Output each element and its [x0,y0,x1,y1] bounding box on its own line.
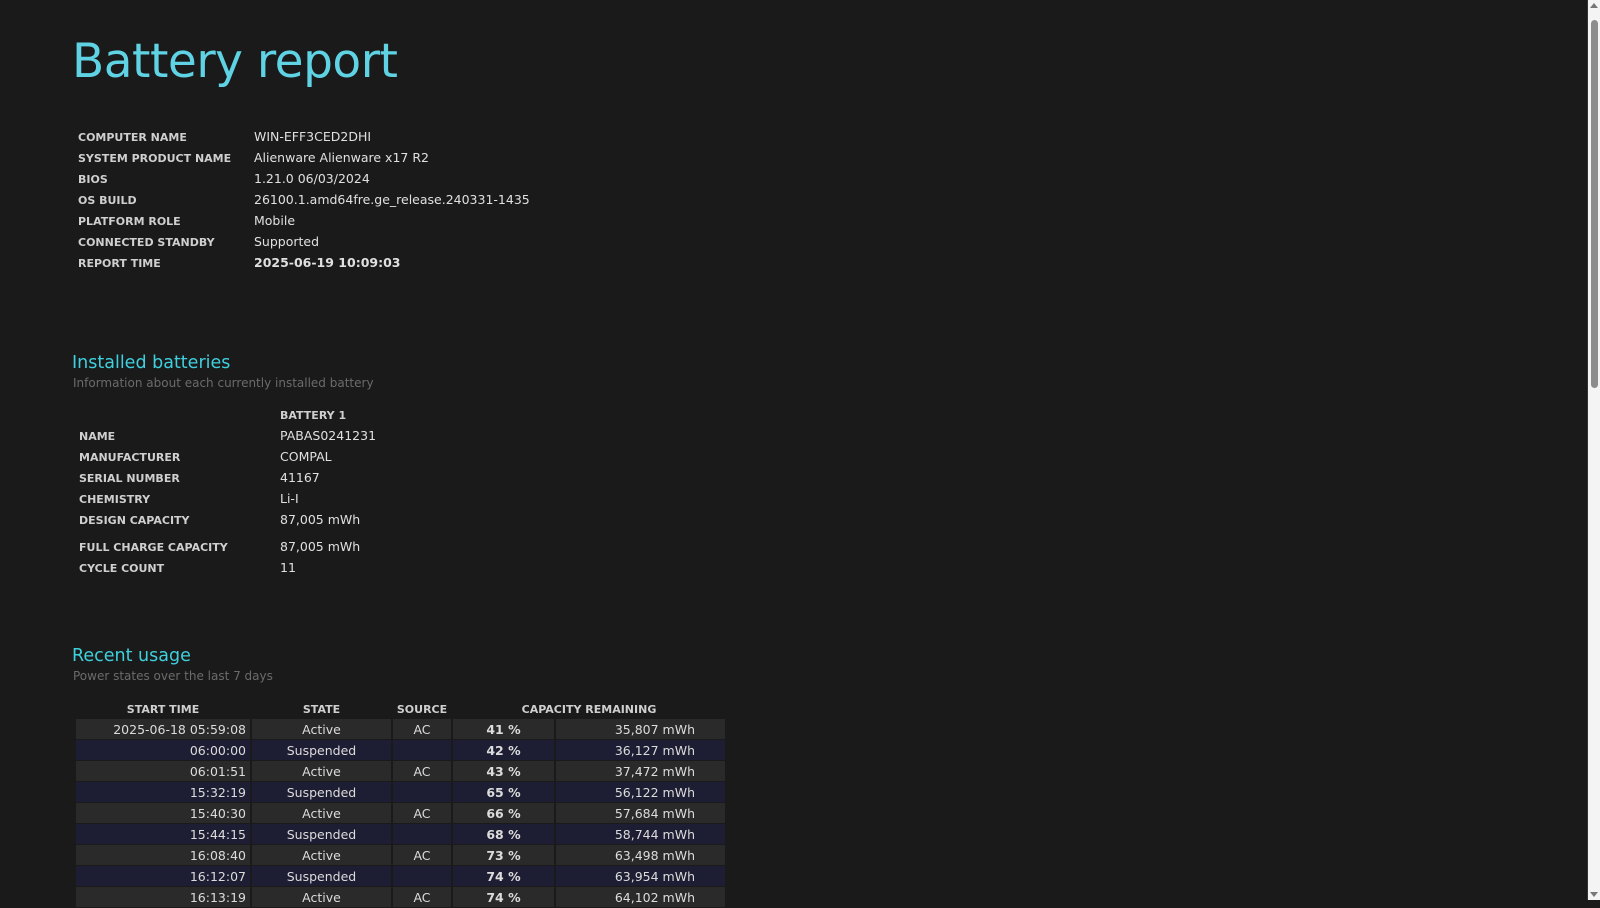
state-cell: Active [252,719,391,740]
battery-info-value: 11 [280,560,296,575]
capacity-percent-cell: 74 % [453,866,554,887]
state-cell: Suspended [252,824,391,845]
battery-info-label: MANUFACTURER [79,451,181,464]
start-time-cell: 2025-06-18 05:59:08 [76,719,250,740]
source-cell: AC [393,845,451,866]
capacity-mwh-cell: 35,807 mWh [556,719,725,740]
capacity-percent-cell: 73 % [453,845,554,866]
table-row: 2025-06-18 05:59:08 Active AC 41 % 35,80… [76,719,725,740]
battery-info-label: DESIGN CAPACITY [79,514,190,527]
capacity-mwh-cell: 63,954 mWh [556,866,725,887]
table-row: 15:32:19 Suspended 65 % 56,122 mWh [76,782,725,803]
table-row: 16:12:07 Suspended 74 % 63,954 mWh [76,866,725,887]
battery-1-header: BATTERY 1 [280,409,347,422]
battery-report-page: Battery report COMPUTER NAME WIN-EFF3CED… [0,0,1587,908]
start-time-cell: 15:32:19 [76,782,250,803]
start-time-cell: 15:44:15 [76,824,250,845]
capacity-percent-cell: 43 % [453,761,554,782]
battery-info-label: CYCLE COUNT [79,562,165,575]
system-info-value: Alienware Alienware x17 R2 [254,150,429,165]
recent-usage-table: START TIME STATE SOURCE CAPACITY REMAINI… [74,699,727,908]
installed-batteries-heading: Installed batteries [72,353,231,373]
recent-usage-subtitle: Power states over the last 7 days [73,669,273,683]
capacity-percent-cell: 68 % [453,824,554,845]
system-info-label: PLATFORM ROLE [78,215,181,228]
start-time-header: START TIME [126,702,200,716]
system-info-label: COMPUTER NAME [78,131,187,144]
page-title: Battery report [72,34,398,89]
battery-info-value: Li-I [280,491,299,506]
start-time-cell: 16:08:40 [76,845,250,866]
table-row: 06:00:00 Suspended 42 % 36,127 mWh [76,740,725,761]
system-info-value: WIN-EFF3CED2DHI [254,129,372,144]
system-info-value: 2025-06-19 10:09:03 [254,255,401,270]
system-info-value: Supported [254,234,320,249]
capacity-percent-cell: 66 % [453,803,554,824]
battery-info-value: 41167 [280,470,320,485]
system-info-value: 26100.1.amd64fre.ge_release.240331-1435 [254,192,530,207]
scroll-down-arrow-icon[interactable] [1590,892,1598,897]
system-info-label: CONNECTED STANDBY [78,236,215,249]
system-info-label: BIOS [78,173,108,186]
battery-info-label: FULL CHARGE CAPACITY [79,541,228,554]
table-row: 16:13:19 Active AC 74 % 64,102 mWh [76,887,725,908]
state-cell: Active [252,845,391,866]
capacity-percent-cell: 74 % [453,887,554,908]
battery-info-value: 87,005 mWh [280,512,361,527]
source-cell [393,740,451,761]
recent-usage-heading: Recent usage [72,646,191,666]
capacity-percent-cell: 65 % [453,782,554,803]
capacity-percent-cell: 42 % [453,740,554,761]
table-row: 06:01:51 Active AC 43 % 37,472 mWh [76,761,725,782]
start-time-cell: 15:40:30 [76,803,250,824]
start-time-cell: 16:13:19 [76,887,250,908]
capacity-remaining-header: CAPACITY REMAINING [521,702,657,716]
battery-info-label: CHEMISTRY [79,493,151,506]
system-info-label: OS BUILD [78,194,137,207]
state-cell: Suspended [252,740,391,761]
table-row: 15:40:30 Active AC 66 % 57,684 mWh [76,803,725,824]
battery-info-label: SERIAL NUMBER [79,472,180,485]
source-cell [393,866,451,887]
scroll-up-arrow-icon[interactable] [1590,3,1598,8]
state-cell: Suspended [252,782,391,803]
scrollbar-thumb[interactable] [1591,20,1598,388]
battery-info-value: COMPAL [280,449,332,464]
capacity-mwh-cell: 58,744 mWh [556,824,725,845]
source-cell: AC [393,887,451,908]
source-cell: AC [393,803,451,824]
state-cell: Active [252,887,391,908]
state-cell: Active [252,761,391,782]
table-row: 16:08:40 Active AC 73 % 63,498 mWh [76,845,725,866]
vertical-scrollbar[interactable] [1587,0,1600,900]
capacity-mwh-cell: 63,498 mWh [556,845,725,866]
source-cell: AC [393,761,451,782]
state-cell: Active [252,803,391,824]
system-info-value: 1.21.0 06/03/2024 [254,171,370,186]
installed-batteries-subtitle: Information about each currently install… [73,376,374,390]
table-row: 15:44:15 Suspended 68 % 58,744 mWh [76,824,725,845]
capacity-percent-cell: 41 % [453,719,554,740]
system-info-label: SYSTEM PRODUCT NAME [78,152,232,165]
source-header: SOURCE [396,702,448,716]
state-header: STATE [302,702,341,716]
source-cell [393,782,451,803]
system-info-value: Mobile [254,213,296,228]
capacity-mwh-cell: 64,102 mWh [556,887,725,908]
start-time-cell: 16:12:07 [76,866,250,887]
capacity-mwh-cell: 37,472 mWh [556,761,725,782]
start-time-cell: 06:00:00 [76,740,250,761]
source-cell [393,824,451,845]
battery-info-value: PABAS0241231 [280,428,377,443]
start-time-cell: 06:01:51 [76,761,250,782]
battery-info-label: NAME [79,430,116,443]
battery-info-value: 87,005 mWh [280,539,361,554]
capacity-mwh-cell: 56,122 mWh [556,782,725,803]
capacity-mwh-cell: 36,127 mWh [556,740,725,761]
system-info-label: REPORT TIME [78,257,161,270]
source-cell: AC [393,719,451,740]
state-cell: Suspended [252,866,391,887]
capacity-mwh-cell: 57,684 mWh [556,803,725,824]
